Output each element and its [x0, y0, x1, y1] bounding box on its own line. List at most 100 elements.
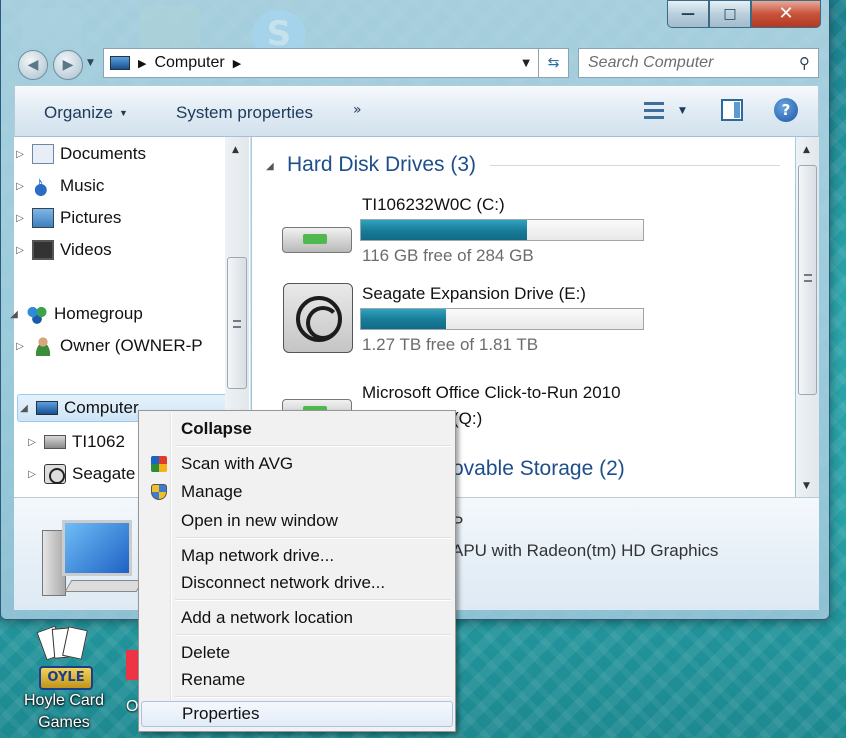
search-icon[interactable]: ⚲: [799, 54, 810, 72]
group-title: Hard Disk Drives (3): [287, 153, 477, 176]
collapse-group-icon[interactable]: ◢: [266, 161, 274, 172]
group-title: ovable Storage (2): [452, 457, 625, 480]
scroll-down-icon[interactable]: ▼: [803, 481, 810, 491]
nav-item-label: Homegroup: [54, 304, 143, 323]
hard-drive-icon[interactable]: [282, 217, 352, 257]
caption-buttons: — □ ✕: [667, 0, 821, 28]
context-menu: Collapse Scan with AVG Manage Open in ne…: [138, 410, 456, 732]
drive-c-free-space: 116 GB free of 284 GB: [362, 246, 534, 265]
view-options-dropdown[interactable]: ▼: [679, 106, 686, 116]
desktop-icon-hoyle-card-games[interactable]: OYLE Hoyle Card Games: [14, 625, 114, 734]
drive-icon: [44, 435, 66, 449]
computer-icon: [110, 56, 130, 70]
menu-item-disconnect-network-drive[interactable]: Disconnect network drive...: [141, 570, 453, 596]
menu-item-scan-with-avg[interactable]: Scan with AVG: [141, 451, 453, 477]
address-dropdown-icon[interactable]: ▼: [522, 58, 530, 69]
desktop-icon-label: Hoyle Card: [23, 692, 105, 709]
breadcrumb-arrow-icon[interactable]: ▶: [138, 57, 146, 70]
computer-large-icon: [42, 520, 144, 600]
menu-item-collapse[interactable]: Collapse: [141, 416, 453, 442]
menu-item-delete[interactable]: Delete: [141, 640, 453, 666]
nav-item-owner[interactable]: ▷ Owner (OWNER-P: [14, 332, 236, 360]
recent-pages-dropdown[interactable]: ▼: [87, 58, 94, 68]
scroll-up-icon[interactable]: ▲: [232, 145, 239, 155]
organize-button[interactable]: Organize ▼: [44, 103, 128, 123]
scroll-thumb[interactable]: [227, 257, 247, 389]
nav-item-label: Videos: [60, 240, 112, 259]
nav-item-label: Seagate: [72, 464, 136, 483]
drive-e-name[interactable]: Seagate Expansion Drive (E:): [362, 284, 586, 304]
minimize-button[interactable]: —: [667, 0, 709, 28]
refresh-button[interactable]: ⇆: [539, 48, 569, 78]
drive-q-name[interactable]: Microsoft Office Click-to-Run 2010: [362, 383, 621, 403]
close-button[interactable]: ✕: [751, 0, 821, 28]
drive-e-usage-bar: [360, 308, 644, 330]
address-bar[interactable]: ▶ Computer ▶ ▼: [103, 48, 539, 78]
menu-separator: [175, 696, 451, 698]
organize-label: Organize: [44, 103, 113, 122]
nav-item-pictures[interactable]: ▷ Pictures: [14, 204, 236, 232]
avg-icon: [151, 456, 167, 472]
expand-arrow-icon[interactable]: ▷: [14, 341, 26, 352]
content-pane-scrollbar[interactable]: ▲ ▼: [796, 137, 819, 497]
system-properties-button[interactable]: System properties: [176, 103, 313, 123]
expand-arrow-icon[interactable]: ▷: [14, 245, 26, 256]
forward-button[interactable]: ▶: [53, 50, 83, 80]
menu-item-open-in-new-window[interactable]: Open in new window: [141, 508, 453, 534]
menu-separator: [175, 599, 451, 601]
collapse-arrow-icon[interactable]: ◢: [18, 403, 30, 414]
user-icon: [32, 336, 54, 356]
group-header-hard-disk-drives[interactable]: Hard Disk Drives (3): [287, 153, 781, 177]
drive-e-free-space: 1.27 TB free of 1.81 TB: [362, 335, 539, 354]
nav-item-label: TI1062: [72, 432, 125, 451]
drive-c-usage-bar: [360, 219, 644, 241]
desktop-icon-label: O: [126, 698, 139, 715]
menu-item-map-network-drive[interactable]: Map network drive...: [141, 543, 453, 569]
drive-c-usage-fill: [361, 220, 528, 240]
scroll-thumb[interactable]: [798, 165, 817, 395]
seagate-icon: [44, 464, 66, 484]
documents-icon: [32, 144, 54, 164]
menu-item-properties[interactable]: Properties: [141, 701, 453, 727]
nav-item-music[interactable]: ▷ Music: [14, 172, 236, 200]
menu-separator: [175, 537, 451, 539]
menu-item-manage[interactable]: Manage: [141, 479, 453, 505]
nav-item-documents[interactable]: ▷ Documents: [14, 140, 236, 168]
collapse-arrow-icon[interactable]: ◢: [8, 309, 20, 320]
preview-pane-icon[interactable]: [721, 99, 743, 121]
breadcrumb-computer[interactable]: Computer: [154, 54, 224, 72]
computer-icon: [36, 401, 58, 415]
seagate-drive-icon[interactable]: [283, 283, 353, 353]
change-view-icon[interactable]: [642, 99, 666, 123]
drive-c-name[interactable]: TI106232W0C (C:): [362, 195, 505, 215]
hoyle-card-games-icon: OYLE: [33, 625, 95, 690]
pictures-icon: [32, 208, 54, 228]
menu-item-rename[interactable]: Rename: [141, 667, 453, 693]
expand-arrow-icon[interactable]: ▷: [26, 437, 38, 448]
search-input[interactable]: [588, 54, 788, 72]
expand-arrow-icon[interactable]: ▷: [14, 213, 26, 224]
drive-q-letter: (Q:): [453, 409, 483, 428]
command-bar: Organize ▼ System properties » ▼ ?: [14, 85, 819, 137]
menu-separator: [175, 634, 451, 636]
nav-item-homegroup[interactable]: ◢ Homegroup: [8, 300, 230, 328]
expand-arrow-icon[interactable]: ▷: [14, 181, 26, 192]
menu-item-add-network-location[interactable]: Add a network location: [141, 605, 453, 631]
search-box[interactable]: ⚲: [578, 48, 819, 78]
music-icon: [32, 173, 54, 196]
expand-arrow-icon[interactable]: ▷: [14, 149, 26, 160]
back-button[interactable]: ◀: [18, 50, 48, 80]
hoyle-logo: OYLE: [39, 666, 93, 690]
menu-separator: [175, 445, 451, 447]
nav-item-videos[interactable]: ▷ Videos: [14, 236, 236, 264]
nav-item-label: Computer: [64, 398, 139, 417]
nav-item-label: Music: [60, 176, 105, 195]
expand-arrow-icon[interactable]: ▷: [26, 469, 38, 480]
group-header-removable-storage[interactable]: ovable Storage (2): [452, 457, 625, 481]
more-commands-button[interactable]: »: [353, 102, 362, 118]
help-icon[interactable]: ?: [774, 98, 798, 122]
scroll-up-icon[interactable]: ▲: [803, 145, 810, 155]
breadcrumb-arrow-icon[interactable]: ▶: [233, 57, 241, 70]
videos-icon: [32, 240, 54, 260]
maximize-button[interactable]: □: [709, 0, 751, 28]
